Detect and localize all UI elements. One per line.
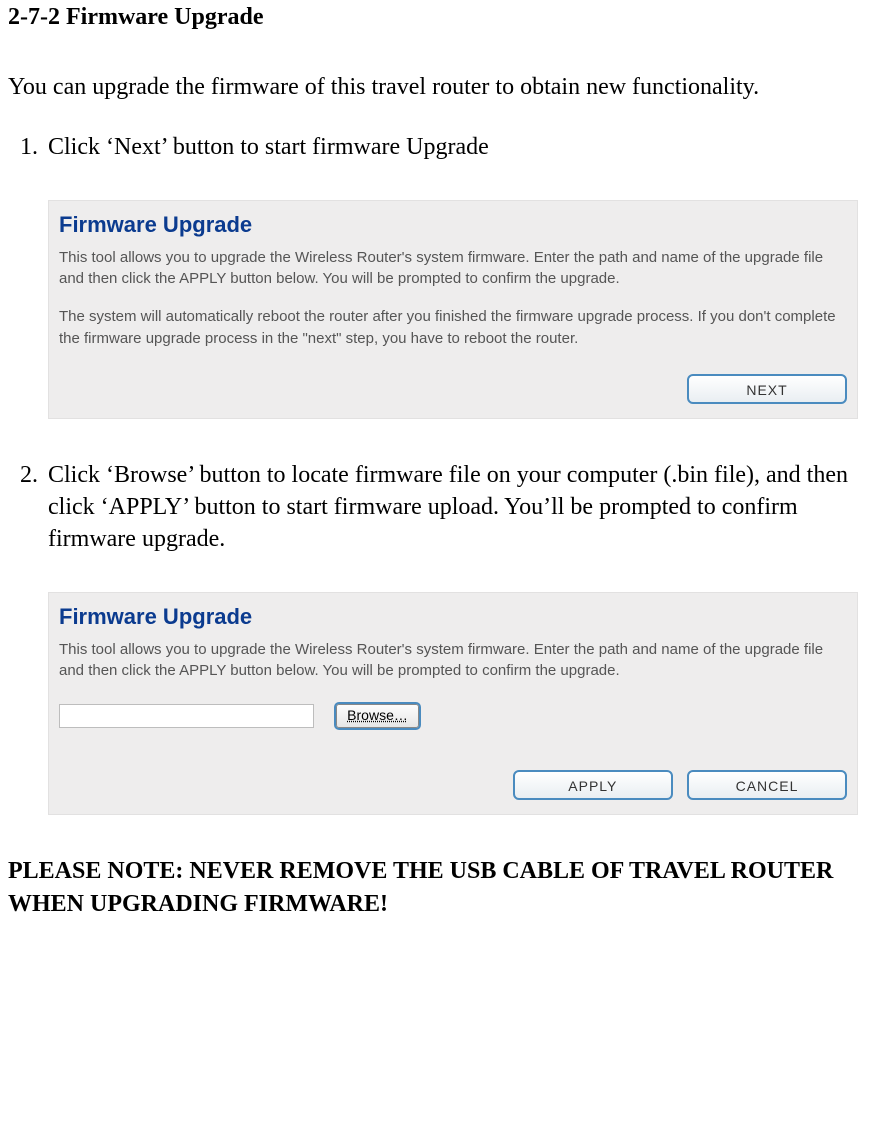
- step-1: 1.Click ‘Next’ button to start firmware …: [8, 131, 868, 163]
- panel-title: Firmware Upgrade: [59, 601, 847, 633]
- step-1-number: 1.: [20, 131, 48, 163]
- apply-button[interactable]: APPLY: [513, 770, 673, 800]
- warning-note: PLEASE NOTE: NEVER REMOVE THE USB CABLE …: [8, 855, 868, 920]
- next-button[interactable]: NEXT: [687, 374, 847, 404]
- firmware-upgrade-panel-2: Firmware Upgrade This tool allows you to…: [48, 592, 858, 815]
- step-2-text: Click ‘Browse’ button to locate firmware…: [48, 462, 848, 553]
- section-heading: 2-7-2 Firmware Upgrade: [8, 4, 868, 31]
- intro-paragraph: You can upgrade the firmware of this tra…: [8, 71, 868, 103]
- panel-title: Firmware Upgrade: [59, 209, 847, 241]
- step-2: 2.Click ‘Browse’ button to locate firmwa…: [8, 459, 868, 556]
- firmware-upgrade-panel-1: Firmware Upgrade This tool allows you to…: [48, 200, 858, 419]
- panel-description: This tool allows you to upgrade the Wire…: [59, 639, 847, 683]
- panel-description: This tool allows you to upgrade the Wire…: [59, 247, 847, 291]
- browse-button[interactable]: Browse…: [336, 704, 419, 728]
- step-1-text: Click ‘Next’ button to start firmware Up…: [48, 134, 489, 160]
- step-2-number: 2.: [20, 459, 48, 491]
- firmware-file-input[interactable]: [59, 704, 314, 728]
- cancel-button[interactable]: CANCEL: [687, 770, 847, 800]
- panel-description-2: The system will automatically reboot the…: [59, 306, 847, 350]
